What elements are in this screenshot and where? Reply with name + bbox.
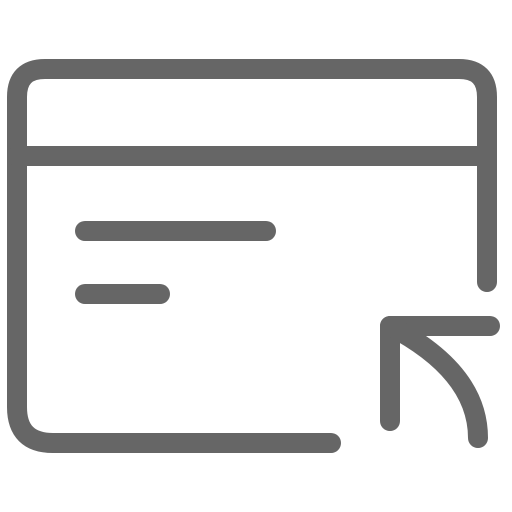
arrow-curve [380,316,488,448]
card-outline [7,59,497,453]
card-with-return-arrow-icon [7,59,500,453]
icon-canvas [0,0,512,512]
